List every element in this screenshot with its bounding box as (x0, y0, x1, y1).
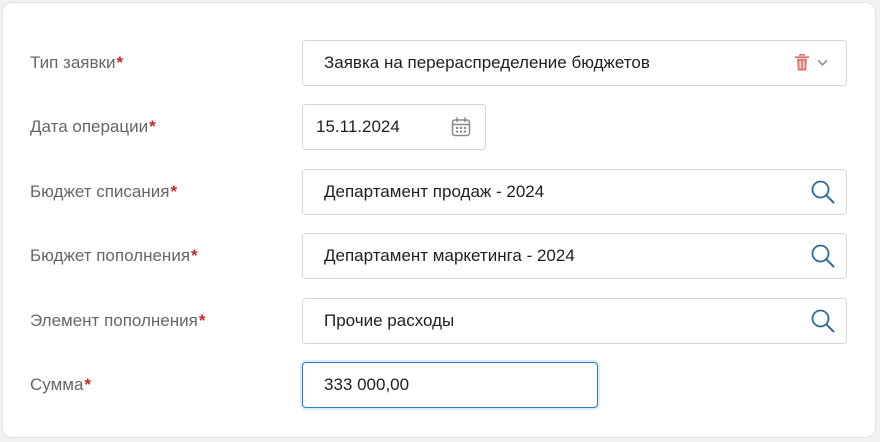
required-mark: * (191, 246, 198, 265)
required-mark: * (84, 375, 92, 394)
search-icon[interactable] (806, 234, 840, 278)
form-row-request-type: Тип заявки * Заявка на перераспределение … (3, 40, 875, 86)
form-row-credit-element: Элемент пополнения * Прочие расходы (3, 298, 875, 344)
form-card: Тип заявки * Заявка на перераспределение … (2, 2, 876, 438)
label-text: Тип заявки (30, 53, 116, 72)
calendar-icon[interactable] (449, 105, 473, 149)
operation-date-value: 15.11.2024 (316, 117, 400, 136)
field-label-credit-element: Элемент пополнения * (30, 298, 206, 344)
debit-budget-value: Департамент продаж - 2024 (324, 182, 545, 201)
form-row-operation-date: Дата операции * 15.11.2024 (3, 104, 875, 150)
credit-budget-field[interactable]: Департамент маркетинга - 2024 (302, 233, 847, 279)
amount-input[interactable] (303, 364, 586, 406)
trash-icon[interactable] (792, 41, 812, 85)
required-mark: * (198, 311, 206, 330)
credit-element-value: Прочие расходы (324, 311, 455, 330)
search-icon[interactable] (806, 299, 840, 343)
request-type-select[interactable]: Заявка на перераспределение бюджетов (302, 40, 847, 86)
credit-element-field[interactable]: Прочие расходы (302, 298, 847, 344)
field-label-amount: Сумма * (30, 362, 91, 408)
field-label-credit-budget: Бюджет пополнения * (30, 233, 198, 279)
amount-field[interactable] (302, 362, 598, 408)
request-type-value: Заявка на перераспределение бюджетов (324, 53, 650, 72)
form-row-debit-budget: Бюджет списания * Департамент продаж - 20… (3, 169, 875, 215)
form-row-credit-budget: Бюджет пополнения * Департамент маркетинг… (3, 233, 875, 279)
field-label-operation-date: Дата операции * (30, 104, 156, 150)
label-text: Бюджет списания (30, 182, 170, 201)
debit-budget-field[interactable]: Департамент продаж - 2024 (302, 169, 847, 215)
field-label-debit-budget: Бюджет списания * (30, 169, 177, 215)
field-label-request-type: Тип заявки * (30, 40, 123, 86)
required-mark: * (116, 53, 124, 72)
label-text: Элемент пополнения (30, 311, 198, 330)
label-text: Бюджет пополнения (30, 246, 191, 265)
credit-budget-value: Департамент маркетинга - 2024 (324, 246, 575, 265)
form-row-amount: Сумма * (3, 362, 875, 408)
search-icon[interactable] (806, 170, 840, 214)
label-text: Сумма (30, 375, 84, 394)
required-mark: * (149, 117, 156, 136)
operation-date-field[interactable]: 15.11.2024 (302, 104, 486, 150)
required-mark: * (170, 182, 178, 201)
label-text: Дата операции (30, 117, 149, 136)
chevron-down-icon[interactable] (814, 41, 830, 85)
